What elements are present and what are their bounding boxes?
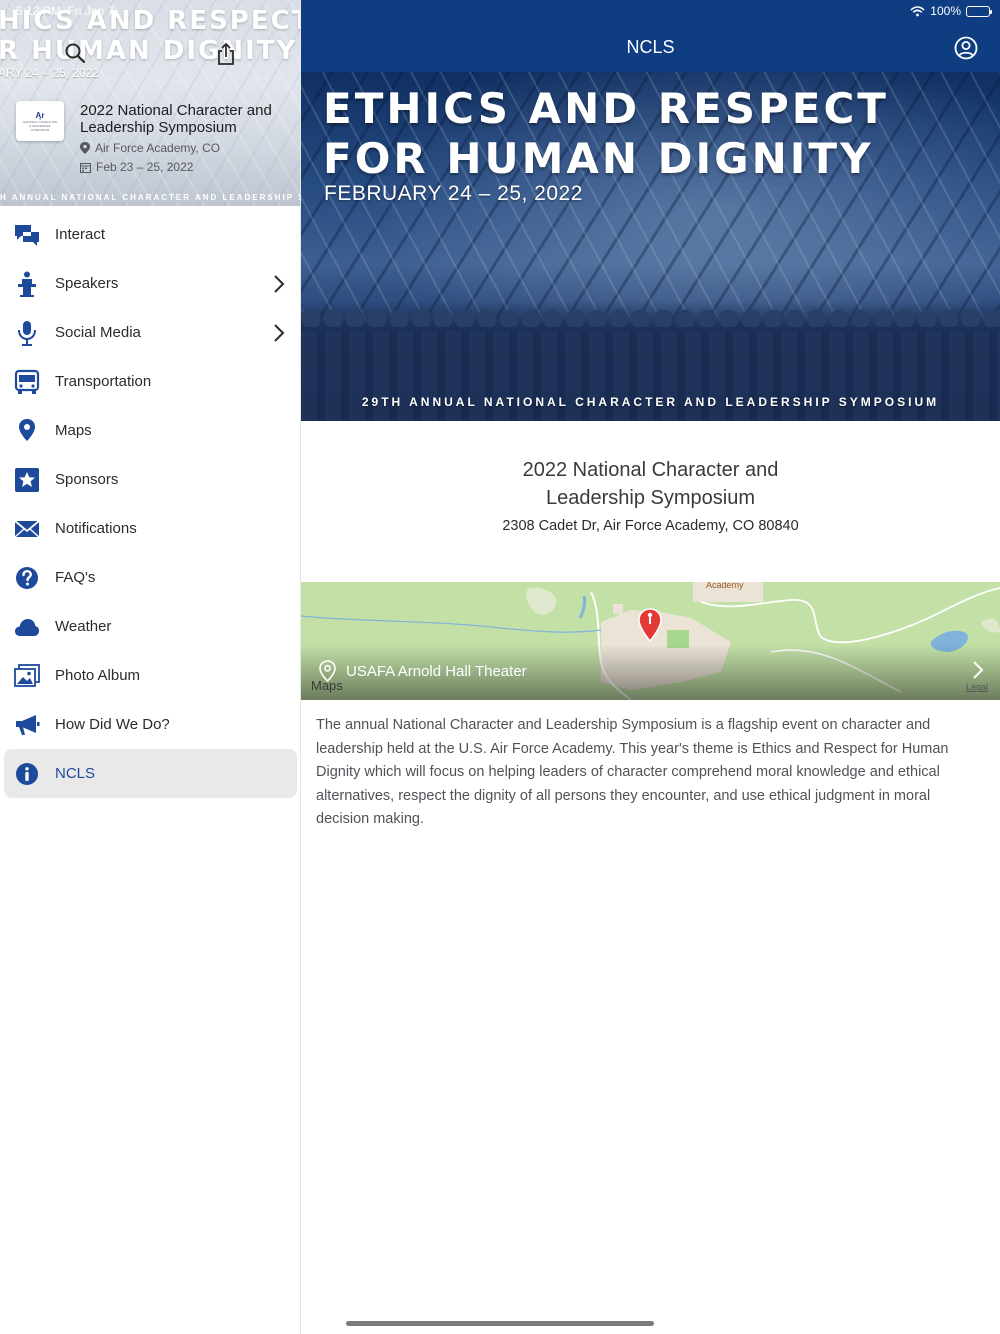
profile-icon[interactable] (954, 36, 978, 60)
event-card[interactable]: Ąr NATIONAL CHARACTER & LEADERSHIP SYMPO… (16, 100, 296, 180)
chevron-right-icon (274, 324, 285, 342)
sidebar-item-sponsors[interactable]: Sponsors (0, 455, 300, 504)
location-pin-icon (319, 660, 336, 682)
sidebar: HICS AND RESPECT R HUMAN DIGNITY ARY 24 … (0, 0, 301, 1334)
event-description: The annual National Character and Leader… (316, 717, 949, 827)
hero-strip: 29TH ANNUAL NATIONAL CHARACTER AND LEADE… (361, 395, 940, 409)
banner-strip: H ANNUAL NATIONAL CHARACTER AND LEADERSH… (0, 193, 300, 202)
share-icon[interactable] (216, 42, 236, 66)
status-time: 5:12 PM Fri Jan 7 (16, 4, 115, 18)
search-icon[interactable] (64, 42, 86, 64)
star-icon (14, 467, 40, 493)
sidebar-event-banner: HICS AND RESPECT R HUMAN DIGNITY ARY 24 … (0, 0, 300, 206)
bus-icon (14, 369, 40, 395)
calendar-icon (80, 162, 91, 173)
page-title: NCLS (626, 37, 675, 57)
hero-title: ETHICS AND RESPECT FOR HUMAN DIGNITY (323, 84, 889, 183)
sidebar-item-weather[interactable]: Weather (0, 602, 300, 651)
map-place-name[interactable]: USAFA Arnold Hall Theater (319, 660, 527, 682)
hero-dates: FEBRUARY 24 – 25, 2022 (324, 182, 583, 205)
sidebar-item-photo-album[interactable]: Photo Album (0, 651, 300, 700)
event-location: Air Force Academy, CO (80, 141, 220, 155)
sidebar-item-maps[interactable]: Maps (0, 406, 300, 455)
sidebar-item-interact[interactable]: Interact (0, 210, 300, 259)
sidebar-item-notifications[interactable]: Notifications (0, 504, 300, 553)
status-bar-right: 100% (910, 4, 992, 18)
map-area-label: Academy (706, 582, 744, 590)
cloud-icon (14, 614, 40, 640)
map-pin-icon[interactable] (637, 608, 663, 642)
wifi-icon (910, 5, 925, 16)
chevron-right-icon (274, 275, 285, 293)
photo-icon (14, 663, 40, 689)
event-info: 2022 National Character and Leadership S… (301, 421, 1000, 536)
battery-icon (966, 5, 992, 17)
event-dates: Feb 23 – 25, 2022 (80, 160, 193, 174)
sidebar-item-how-did-we-do[interactable]: How Did We Do? (0, 700, 300, 749)
info-icon (14, 761, 40, 787)
sidebar-item-faqs[interactable]: FAQ's (0, 553, 300, 602)
microphone-icon (14, 320, 40, 346)
hero-banner: ETHICS AND RESPECT FOR HUMAN DIGNITY FEB… (301, 72, 1000, 421)
sidebar-menu: Interact Speakers Social Media Transport… (0, 210, 300, 798)
navigation-bar: 100% NCLS (301, 0, 1000, 72)
battery-percent: 100% (930, 4, 961, 18)
home-indicator[interactable] (346, 1321, 654, 1326)
location-map[interactable]: Academy Maps USAFA Arnold Hall Theater L… (301, 582, 1000, 700)
question-icon (14, 565, 40, 591)
event-name: 2022 National Character and Leadership S… (80, 102, 272, 136)
location-pin-icon (80, 142, 90, 154)
map-pin-icon (14, 418, 40, 444)
chat-bubbles-icon (14, 222, 40, 248)
event-title: 2022 National Character and Leadership S… (522, 459, 779, 509)
envelope-icon (14, 516, 40, 542)
sidebar-item-speakers[interactable]: Speakers (0, 259, 300, 308)
podium-icon (14, 271, 40, 297)
map-legal-link[interactable]: Legal (966, 682, 988, 692)
chevron-right-icon[interactable] (972, 660, 984, 680)
sidebar-item-social-media[interactable]: Social Media (0, 308, 300, 357)
megaphone-icon (14, 712, 40, 738)
sidebar-item-ncls[interactable]: NCLS (4, 749, 297, 798)
event-logo: Ąr NATIONAL CHARACTER & LEADERSHIP SYMPO… (16, 101, 64, 141)
sidebar-item-transportation[interactable]: Transportation (0, 357, 300, 406)
main-content: 100% NCLS ETHICS AND RESPECT FOR HUMAN D… (301, 0, 1000, 1334)
banner-dates: ARY 24 – 25, 2022 (0, 66, 99, 80)
event-address: 2308 Cadet Dr, Air Force Academy, CO 808… (502, 518, 799, 534)
